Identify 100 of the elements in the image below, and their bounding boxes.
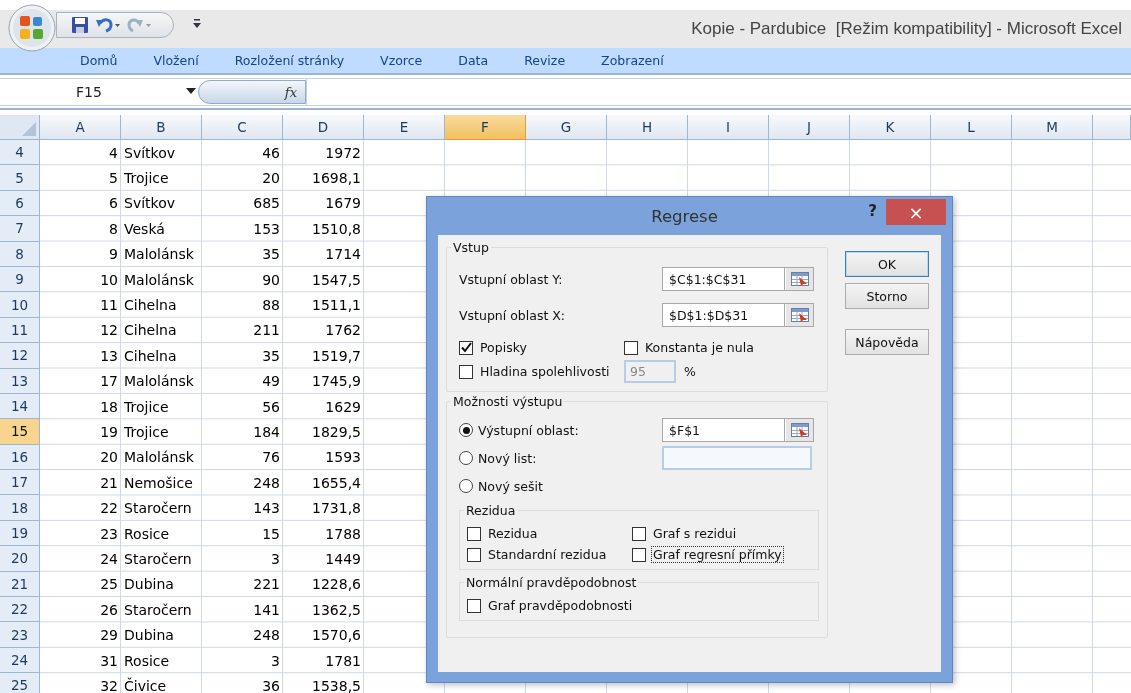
radio-button[interactable] (459, 479, 473, 493)
office-button-icon[interactable] (8, 4, 56, 52)
help-button[interactable]: ? (868, 202, 877, 220)
checkbox[interactable] (632, 547, 646, 562)
range-picker-button[interactable] (785, 419, 813, 441)
range-picker-button[interactable] (785, 268, 813, 290)
column-header[interactable]: D (283, 115, 364, 140)
row-header[interactable]: 23 (0, 622, 40, 648)
table-cell-text: 9 (108, 245, 119, 265)
row-header[interactable]: 18 (0, 495, 40, 521)
group-title: Rezidua (464, 503, 518, 518)
row-header[interactable]: 10 (0, 292, 40, 318)
table-cell-text: 1781 (324, 651, 362, 671)
column-header[interactable]: C (202, 115, 283, 140)
row-header[interactable]: 11 (0, 317, 40, 344)
ribbon-tab[interactable]: Vzorce (362, 53, 441, 68)
row-header[interactable]: 14 (0, 393, 40, 420)
radio-label[interactable]: Nový list: (478, 450, 537, 466)
column-header[interactable]: H (607, 115, 688, 140)
ribbon-tab[interactable]: Revize (506, 53, 584, 68)
column-header[interactable]: M (1012, 115, 1093, 140)
checkbox[interactable] (459, 340, 473, 355)
table-cell-text: 1228,6 (311, 575, 362, 595)
column-header[interactable]: E (364, 115, 445, 140)
table-cell-text: 49 (261, 372, 281, 392)
checkbox[interactable] (459, 364, 473, 379)
table-cell-text: 221 (252, 575, 281, 595)
checkbox[interactable] (467, 547, 481, 562)
dialog-button[interactable]: Storno (845, 283, 929, 309)
insert-function-button[interactable]: fx (198, 80, 306, 104)
checkbox-label[interactable]: Graf pravděpodobnosti (486, 597, 635, 614)
table-cell-text: 25 (99, 575, 119, 595)
redo-icon (127, 17, 153, 33)
column-header[interactable]: B (121, 115, 202, 140)
group-title: Vstup (451, 240, 491, 255)
table-cell-text: 29 (99, 626, 119, 646)
radio-button[interactable] (459, 423, 473, 437)
table-cell-text: 76 (261, 448, 281, 468)
checkbox[interactable] (632, 526, 646, 541)
range-picker-icon (790, 423, 809, 437)
customize-toolbar-icon[interactable] (193, 19, 201, 29)
checkbox-label[interactable]: Konstanta je nula (643, 339, 756, 356)
radio-label[interactable]: Výstupní oblast: (478, 422, 579, 438)
radio-label[interactable]: Nový sešit (478, 478, 543, 494)
row-header[interactable]: 5 (0, 165, 40, 191)
table-cell-text: 184 (252, 423, 281, 442)
ribbon-tab[interactable]: Rozložení stránky (216, 53, 363, 68)
ribbon-tab[interactable]: Zobrazení (583, 53, 682, 68)
checkbox-label[interactable]: Graf s rezidui (651, 525, 739, 542)
table-cell-text: 19 (99, 423, 119, 442)
row-header[interactable]: 6 (0, 190, 40, 217)
radio-button[interactable] (459, 451, 473, 465)
table-cell-text: Veská (123, 219, 166, 239)
table-cell-text: 22 (99, 499, 119, 519)
checkbox-label[interactable]: Hladina spolehlivosti (478, 363, 612, 380)
row-header[interactable]: 16 (0, 444, 40, 471)
row-header[interactable]: 25 (0, 673, 40, 693)
undo-icon[interactable] (95, 17, 121, 33)
column-header[interactable]: L (931, 115, 1012, 140)
row-header[interactable]: 12 (0, 343, 40, 369)
column-header[interactable]: K (850, 115, 931, 140)
table-cell-text: Čivice (123, 676, 168, 693)
row-header[interactable]: 17 (0, 470, 40, 496)
checkbox-label[interactable]: Standardní rezidua (486, 546, 609, 563)
column-header[interactable]: J (769, 115, 850, 140)
row-header[interactable]: 8 (0, 241, 40, 267)
table-cell-text: 23 (99, 524, 119, 544)
row-header[interactable]: 15 (0, 419, 40, 445)
checkbox[interactable] (624, 340, 638, 355)
ribbon-tab[interactable]: Data (440, 53, 507, 68)
table-cell-text: 153 (252, 219, 281, 239)
table-cell-text: 1714 (324, 245, 362, 265)
row-header[interactable]: 22 (0, 597, 40, 623)
row-header[interactable]: 21 (0, 571, 40, 598)
close-button[interactable]: × (886, 199, 946, 225)
checkbox[interactable] (467, 526, 481, 541)
dropdown-arrow-icon[interactable] (186, 88, 196, 94)
range-picker-button[interactable] (785, 304, 813, 326)
column-header[interactable]: G (526, 115, 607, 140)
row-header[interactable]: 4 (0, 140, 40, 166)
ribbon-tab[interactable]: Domů (62, 53, 136, 68)
row-header[interactable]: 13 (0, 368, 40, 394)
checkbox-label[interactable]: Graf regresní přímky (651, 546, 784, 563)
row-header[interactable]: 19 (0, 520, 40, 547)
name-box[interactable]: F15 (0, 79, 198, 105)
column-header[interactable]: F (445, 115, 526, 140)
checkbox-label[interactable]: Popisky (478, 339, 529, 356)
dialog-button[interactable]: Nápověda (845, 329, 929, 355)
row-header[interactable]: 7 (0, 216, 40, 242)
save-icon[interactable] (71, 16, 89, 34)
checkbox[interactable] (467, 598, 481, 613)
column-header[interactable]: A (40, 115, 121, 140)
checkbox-label[interactable]: Rezidua (486, 525, 540, 542)
ribbon-tab[interactable]: Vložení (135, 53, 217, 68)
row-header[interactable]: 24 (0, 647, 40, 674)
row-header[interactable]: 9 (0, 266, 40, 293)
dialog-button[interactable]: OK (845, 251, 929, 277)
row-header[interactable]: 20 (0, 546, 40, 572)
column-header[interactable]: I (688, 115, 769, 140)
input-field[interactable] (662, 446, 812, 470)
